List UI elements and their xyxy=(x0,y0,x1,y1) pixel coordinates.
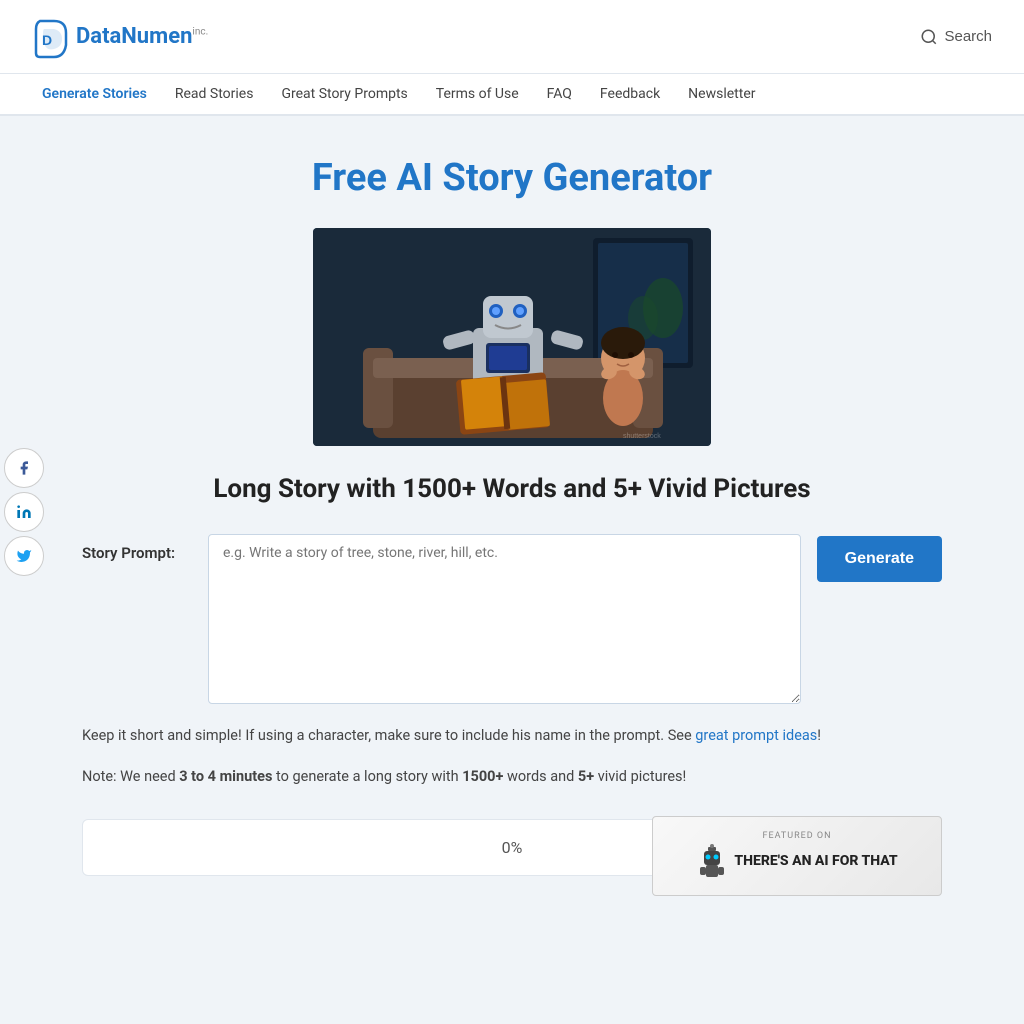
hint-paragraph: Keep it short and simple! If using a cha… xyxy=(82,724,942,749)
logo[interactable]: D DataNumeninc. xyxy=(32,15,208,59)
hero-svg: shutterstock xyxy=(313,228,711,446)
generate-button[interactable]: Generate xyxy=(817,536,942,582)
story-form: Story Prompt: Generate xyxy=(82,534,942,704)
progress-label: 0% xyxy=(502,838,523,857)
nav-great-story-prompts[interactable]: Great Story Prompts xyxy=(271,76,417,112)
linkedin-share-button[interactable] xyxy=(4,492,44,532)
social-sidebar xyxy=(0,448,44,576)
search-label: Search xyxy=(944,28,992,45)
prompt-ideas-link[interactable]: great prompt ideas xyxy=(695,727,817,744)
badge-content: FEATURED ON THERE'S AN AI FOR T xyxy=(696,831,897,881)
logo-text: DataNumeninc. xyxy=(76,24,208,49)
svg-text:D: D xyxy=(42,32,52,48)
story-prompt-input[interactable] xyxy=(208,534,801,704)
page-title: Free AI Story Generator xyxy=(82,156,942,200)
featured-badge: FEATURED ON THERE'S AN AI FOR T xyxy=(652,816,942,896)
search-icon xyxy=(920,28,938,46)
search-button[interactable]: Search xyxy=(920,28,992,46)
main-nav: Generate Stories Read Stories Great Stor… xyxy=(0,74,1024,116)
badge-main-text: THERE'S AN AI FOR THAT xyxy=(734,853,897,869)
hero-image: shutterstock xyxy=(313,228,711,446)
featured-on-label: FEATURED ON xyxy=(696,831,897,841)
badge-robot-icon xyxy=(696,841,728,881)
logo-icon: D xyxy=(32,15,70,59)
main-content: Free AI Story Generator xyxy=(62,116,962,956)
nav-feedback[interactable]: Feedback xyxy=(590,76,670,112)
nav-terms-of-use[interactable]: Terms of Use xyxy=(426,76,529,112)
nav-generate-stories[interactable]: Generate Stories xyxy=(32,76,157,112)
nav-faq[interactable]: FAQ xyxy=(537,76,582,112)
site-header: D DataNumeninc. Search xyxy=(0,0,1024,74)
svg-text:shutterstock: shutterstock xyxy=(623,433,661,440)
note-paragraph: Note: We need 3 to 4 minutes to generate… xyxy=(82,765,942,790)
twitter-share-button[interactable] xyxy=(4,536,44,576)
nav-read-stories[interactable]: Read Stories xyxy=(165,76,264,112)
form-label: Story Prompt: xyxy=(82,534,192,562)
facebook-share-button[interactable] xyxy=(4,448,44,488)
nav-newsletter[interactable]: Newsletter xyxy=(678,76,765,112)
subtitle: Long Story with 1500+ Words and 5+ Vivid… xyxy=(82,474,942,504)
